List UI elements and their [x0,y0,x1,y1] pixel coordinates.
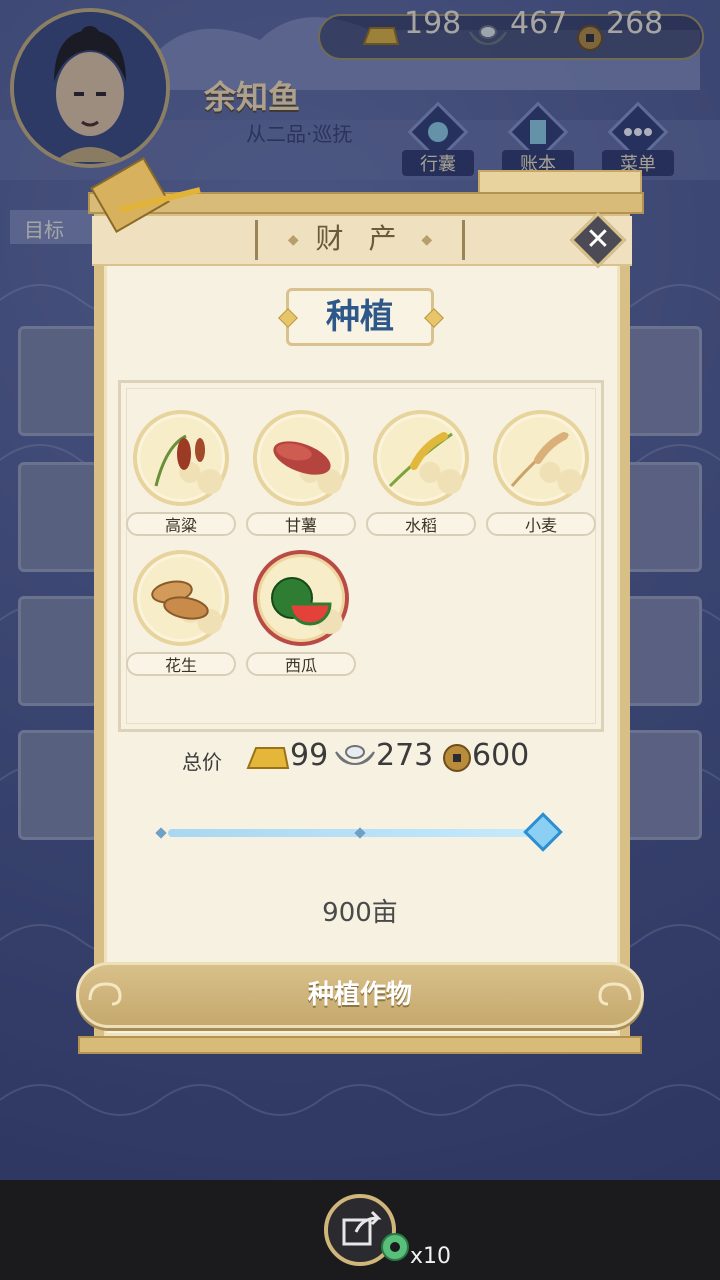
share-reward-count: x10 [410,1244,452,1269]
crop-item-rice[interactable]: 水稻 [366,410,476,550]
crop-label: 西瓜 [246,652,356,676]
modal-bottom-rod [78,1036,642,1054]
crop-label: 甘薯 [246,512,356,536]
total-price-label: 总价 [182,750,222,774]
peanut-icon [151,580,209,620]
section-title: 种植 [326,297,394,337]
watermelon-icon [271,577,332,626]
total-gold: 99 [290,738,329,773]
close-icon[interactable]: ✕ [578,220,618,260]
crop-label: 小麦 [486,512,596,536]
jade-token-icon [381,1233,409,1261]
plant-crops-button-label[interactable]: 种植作物 [76,962,644,1028]
copper-coin-icon [443,744,471,772]
crop-item-sorghum[interactable]: 高粱 [126,410,236,550]
total-silver: 273 [376,738,434,773]
crop-item-watermelon[interactable]: 西瓜 [246,550,356,690]
wheat-sheaf-icon [90,156,201,234]
wheat-icon [510,432,569,487]
title-dot-icon: ◆ [287,232,299,248]
crop-item-wheat[interactable]: 小麦 [486,410,596,550]
title-dot-icon: ◆ [421,232,433,248]
crop-item-peanut[interactable]: 花生 [126,550,236,690]
crop-label: 花生 [126,652,236,676]
gold-bar-icon [246,747,290,769]
crop-item-sweet-potato[interactable]: 甘薯 [246,410,356,550]
dialog-title-text: 财 产 [315,222,405,255]
dialog-title: ◆ 财 产 ◆ [255,220,465,260]
total-coins: 600 [472,738,530,773]
sorghum-icon [154,434,205,487]
sweet-potato-icon [273,441,331,475]
crop-label: 水稻 [366,512,476,536]
silver-ingot-icon [335,745,375,766]
acreage-value: 900亩 [322,898,398,928]
rice-icon [388,432,453,488]
crop-label: 高粱 [126,512,236,536]
